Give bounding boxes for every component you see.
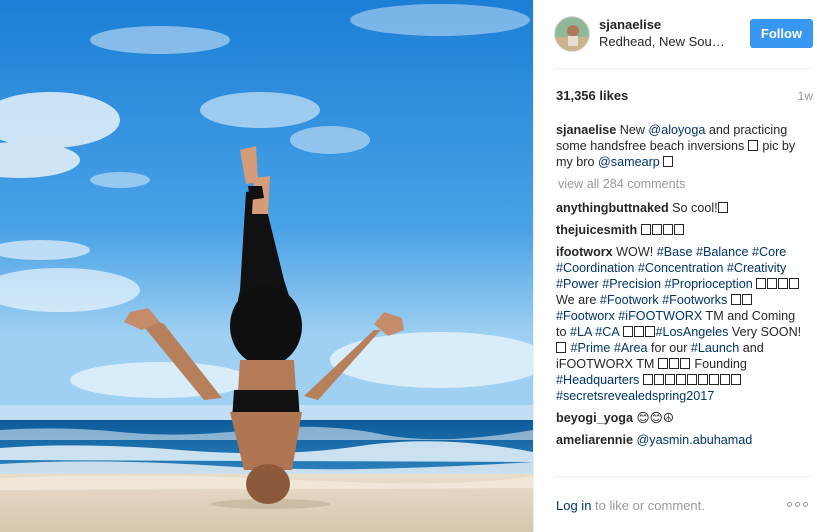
comments-list: sjanaelise New @aloyoga and practicing s… <box>556 122 806 454</box>
hashtag-link[interactable]: #Creativity <box>727 261 787 275</box>
caption-username[interactable]: sjanaelise <box>556 123 616 137</box>
mention-link[interactable]: @aloyoga <box>648 123 705 137</box>
caption: sjanaelise New @aloyoga and practicing s… <box>556 122 806 170</box>
missing-glyph-icon <box>633 326 644 337</box>
missing-glyph-icon <box>653 374 664 385</box>
comment-text: Founding <box>690 357 747 371</box>
missing-glyph-icon <box>747 140 758 151</box>
header-divider <box>554 68 813 69</box>
hashtag-link[interactable]: #LA <box>570 325 592 339</box>
hashtag-link[interactable]: #Balance <box>696 245 749 259</box>
comment-item: ifootworx WOW! #Base #Balance #Core #Coo… <box>556 244 806 404</box>
missing-glyph-icon <box>697 374 708 385</box>
hashtag-link[interactable]: #iFOOTWORX <box>618 309 702 323</box>
missing-glyph-icon <box>789 278 800 289</box>
avatar-image <box>555 17 589 51</box>
likes-count[interactable]: 31,356 likes <box>556 88 628 103</box>
missing-glyph-icon <box>663 156 674 167</box>
follow-button[interactable]: Follow <box>750 19 813 48</box>
comment-username[interactable]: beyogi_yoga <box>556 411 633 425</box>
hashtag-link[interactable]: #Proprioception <box>665 277 753 291</box>
missing-glyph-icon <box>664 374 675 385</box>
missing-glyph-icon <box>556 342 566 353</box>
missing-glyph-icon <box>679 358 690 369</box>
mention-link[interactable]: @yasmin.abuhamad <box>637 433 753 447</box>
missing-glyph-icon <box>719 374 730 385</box>
missing-glyph-icon <box>730 294 741 305</box>
hashtag-link[interactable]: #Footworks <box>662 293 727 307</box>
avatar[interactable] <box>554 16 590 52</box>
missing-glyph-icon <box>756 278 767 289</box>
missing-glyph-icon <box>644 326 655 337</box>
post-age[interactable]: 1w <box>798 89 813 103</box>
comment-text: So cool! <box>672 201 718 215</box>
more-dot <box>787 502 792 507</box>
login-link[interactable]: Log in <box>556 498 591 513</box>
hashtag-link[interactable]: #secretsrevealedspring2017 <box>556 389 714 403</box>
missing-glyph-icon <box>640 224 651 235</box>
missing-glyph-icon <box>668 358 679 369</box>
hashtag-link[interactable]: #Footwork <box>600 293 659 307</box>
missing-glyph-icon <box>778 278 789 289</box>
comment-text: WOW! <box>616 245 657 259</box>
hashtag-link[interactable]: #Launch <box>691 341 739 355</box>
comment-text: 😊😊☮ <box>636 411 675 425</box>
hashtag-link[interactable]: #Power <box>556 277 599 291</box>
login-prompt-text: to like or comment. <box>591 498 705 513</box>
hashtag-link[interactable]: #Footworx <box>556 309 615 323</box>
missing-glyph-icon <box>673 224 684 235</box>
post-details-panel: sjanaelise Redhead, New South Wales Foll… <box>533 0 817 532</box>
mention-link[interactable]: @samearp <box>598 155 660 169</box>
comment-item: beyogi_yoga 😊😊☮ <box>556 410 806 426</box>
hashtag-link[interactable]: #Area <box>614 341 648 355</box>
hashtag-link[interactable]: #Coordination <box>556 261 634 275</box>
footer-divider <box>554 476 813 477</box>
beach-handstand-photo <box>0 0 533 532</box>
comment-item: thejuicesmith <box>556 222 806 238</box>
login-prompt: Log in to like or comment. <box>556 498 705 513</box>
comment-text: We are <box>556 293 600 307</box>
post-photo[interactable] <box>0 0 533 532</box>
hashtag-link[interactable]: #LosAngeles <box>656 325 729 339</box>
more-options-icon[interactable] <box>787 502 809 510</box>
location-link[interactable]: Redhead, New South Wales <box>599 34 727 49</box>
missing-glyph-icon <box>717 202 728 213</box>
instagram-post-modal: sjanaelise Redhead, New South Wales Foll… <box>0 0 817 532</box>
comment-item: anythingbuttnaked So cool! <box>556 200 806 216</box>
missing-glyph-icon <box>622 326 633 337</box>
comment-username[interactable]: ifootworx <box>556 245 613 259</box>
missing-glyph-icon <box>741 294 752 305</box>
missing-glyph-icon <box>657 358 668 369</box>
hashtag-link[interactable]: #Core <box>752 245 786 259</box>
comment-text: Very SOON! <box>728 325 802 339</box>
hashtag-link[interactable]: #Headquarters <box>556 373 639 387</box>
more-dot <box>795 502 800 507</box>
missing-glyph-icon <box>686 374 697 385</box>
missing-glyph-icon <box>662 224 673 235</box>
missing-glyph-icon <box>651 224 662 235</box>
caption-text: New <box>619 123 649 137</box>
comment-item: ameliarennie @yasmin.abuhamad <box>556 432 806 448</box>
missing-glyph-icon <box>767 278 778 289</box>
post-stats: 31,356 likes 1w <box>554 88 813 106</box>
hashtag-link[interactable]: #CA <box>595 325 619 339</box>
missing-glyph-icon <box>642 374 653 385</box>
view-all-comments-link[interactable]: view all 284 comments <box>558 176 806 192</box>
comment-text: for our <box>647 341 691 355</box>
comment-username[interactable]: anythingbuttnaked <box>556 201 669 215</box>
post-header: sjanaelise Redhead, New South Wales Foll… <box>534 0 817 68</box>
hashtag-link[interactable]: #Precision <box>602 277 661 291</box>
missing-glyph-icon <box>730 374 741 385</box>
username-link[interactable]: sjanaelise <box>599 17 661 32</box>
missing-glyph-icon <box>708 374 719 385</box>
missing-glyph-icon <box>675 374 686 385</box>
more-dot <box>803 502 808 507</box>
hashtag-link[interactable]: #Prime <box>571 341 611 355</box>
hashtag-link[interactable]: #Concentration <box>638 261 723 275</box>
comment-username[interactable]: ameliarennie <box>556 433 633 447</box>
comment-username[interactable]: thejuicesmith <box>556 223 637 237</box>
hashtag-link[interactable]: #Base <box>657 245 693 259</box>
